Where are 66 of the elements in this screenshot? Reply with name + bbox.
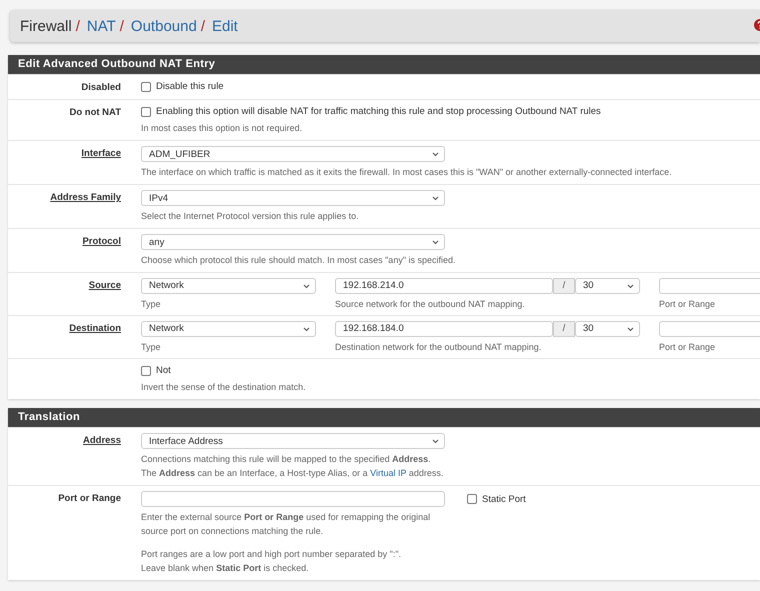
field-label: Port or Range bbox=[58, 493, 121, 504]
help-text: The Address can be an Interface, a Host-type Alias, or a Virtual IP address. bbox=[141, 467, 444, 480]
field-label[interactable]: Protocol bbox=[82, 236, 121, 247]
chevron-down-icon bbox=[432, 240, 439, 244]
field-label: Do not NAT bbox=[69, 107, 121, 118]
field-caption: Type bbox=[141, 298, 162, 310]
panel-heading: Translation bbox=[8, 408, 760, 427]
breadcrumb-separator: / bbox=[200, 18, 205, 34]
field-caption: Type bbox=[141, 341, 162, 353]
slash-addon: / bbox=[553, 278, 575, 294]
help-text: Leave blank when Static Port is checked. bbox=[141, 562, 310, 575]
field-label[interactable]: Destination bbox=[69, 323, 121, 334]
help-text: Port ranges are a low port and high port number separated by ":". bbox=[141, 548, 402, 561]
help-text: Connections matching this rule will be mapped to the specified Address. bbox=[141, 453, 432, 466]
address-field[interactable]: 192.168.214.0 bbox=[335, 278, 553, 294]
breadcrumb-item[interactable]: Edit bbox=[212, 18, 238, 34]
port-field[interactable] bbox=[659, 321, 760, 337]
chevron-down-icon bbox=[432, 152, 439, 156]
dropdown[interactable]: ADM_UFIBER bbox=[141, 146, 445, 162]
chevron-down-icon bbox=[627, 284, 634, 288]
dropdown[interactable]: Interface Address bbox=[141, 433, 445, 449]
field-caption: Source network for the outbound NAT mapping. bbox=[335, 298, 526, 310]
checkbox[interactable] bbox=[141, 366, 151, 376]
breadcrumb-item[interactable]: NAT bbox=[86, 18, 116, 34]
virtual-ip-link[interactable]: Virtual IP bbox=[370, 468, 406, 478]
help-text: In most cases this option is not required. bbox=[141, 122, 304, 135]
field-label: Disabled bbox=[81, 82, 121, 93]
checkbox-label: Not bbox=[156, 364, 171, 377]
breadcrumb-separator: / bbox=[120, 18, 124, 34]
help-text: Select the Internet Protocol version this rule applies to. bbox=[141, 210, 360, 223]
checkbox[interactable] bbox=[141, 106, 151, 116]
port-field[interactable] bbox=[659, 278, 760, 294]
help-text: Choose which protocol this rule should match. In most cases "any" is specified. bbox=[141, 254, 457, 267]
slash-addon: / bbox=[553, 321, 575, 337]
checkbox-label: Enabling this option will disable NAT for traffic matching this rule and stop processing Outbound NAT rules bbox=[156, 105, 601, 118]
field-caption: Destination network for the outbound NAT mapping. bbox=[335, 341, 542, 353]
dropdown[interactable]: any bbox=[141, 234, 445, 250]
field-label[interactable]: Address Family bbox=[50, 192, 121, 203]
field-label[interactable]: Source bbox=[88, 280, 121, 291]
field-label[interactable]: Interface bbox=[81, 148, 121, 159]
checkbox[interactable] bbox=[141, 82, 151, 92]
mask-dropdown[interactable]: 30 bbox=[575, 321, 640, 337]
checkbox[interactable] bbox=[467, 494, 477, 504]
chevron-down-icon bbox=[432, 196, 439, 200]
help-text: Invert the sense of the destination match. bbox=[141, 381, 307, 394]
dropdown[interactable]: IPv4 bbox=[141, 190, 445, 206]
checkbox-label: Disable this rule bbox=[156, 80, 224, 93]
breadcrumb-separator: / bbox=[76, 18, 80, 34]
breadcrumb-item[interactable]: Outbound bbox=[130, 18, 197, 34]
chevron-down-icon bbox=[627, 326, 634, 332]
help-text: The interface on which traffic is matched as it exits the firewall. In most cases this is "WAN" or another externally-connected interface. bbox=[141, 166, 673, 179]
mask-dropdown[interactable]: 30 bbox=[575, 278, 640, 294]
port-field[interactable] bbox=[141, 491, 445, 507]
dropdown[interactable]: Network bbox=[141, 321, 316, 337]
panel-heading: Edit Advanced Outbound NAT Entry bbox=[8, 55, 760, 74]
field-caption: Port or Range bbox=[659, 298, 716, 310]
address-field[interactable]: 192.168.184.0 bbox=[335, 321, 553, 337]
field-label[interactable]: Address bbox=[82, 435, 121, 446]
chevron-down-icon bbox=[432, 438, 439, 444]
breadcrumb-item: Firewall bbox=[20, 18, 72, 34]
checkbox-label: Static Port bbox=[482, 492, 526, 506]
help-text: Enter the external source Port or Range used for remapping the original source port on connections matching the rule. bbox=[141, 511, 432, 538]
dropdown[interactable]: Network bbox=[141, 278, 316, 294]
chevron-down-icon bbox=[303, 284, 310, 288]
field-caption: Port or Range bbox=[659, 341, 716, 353]
chevron-down-icon bbox=[303, 326, 310, 332]
